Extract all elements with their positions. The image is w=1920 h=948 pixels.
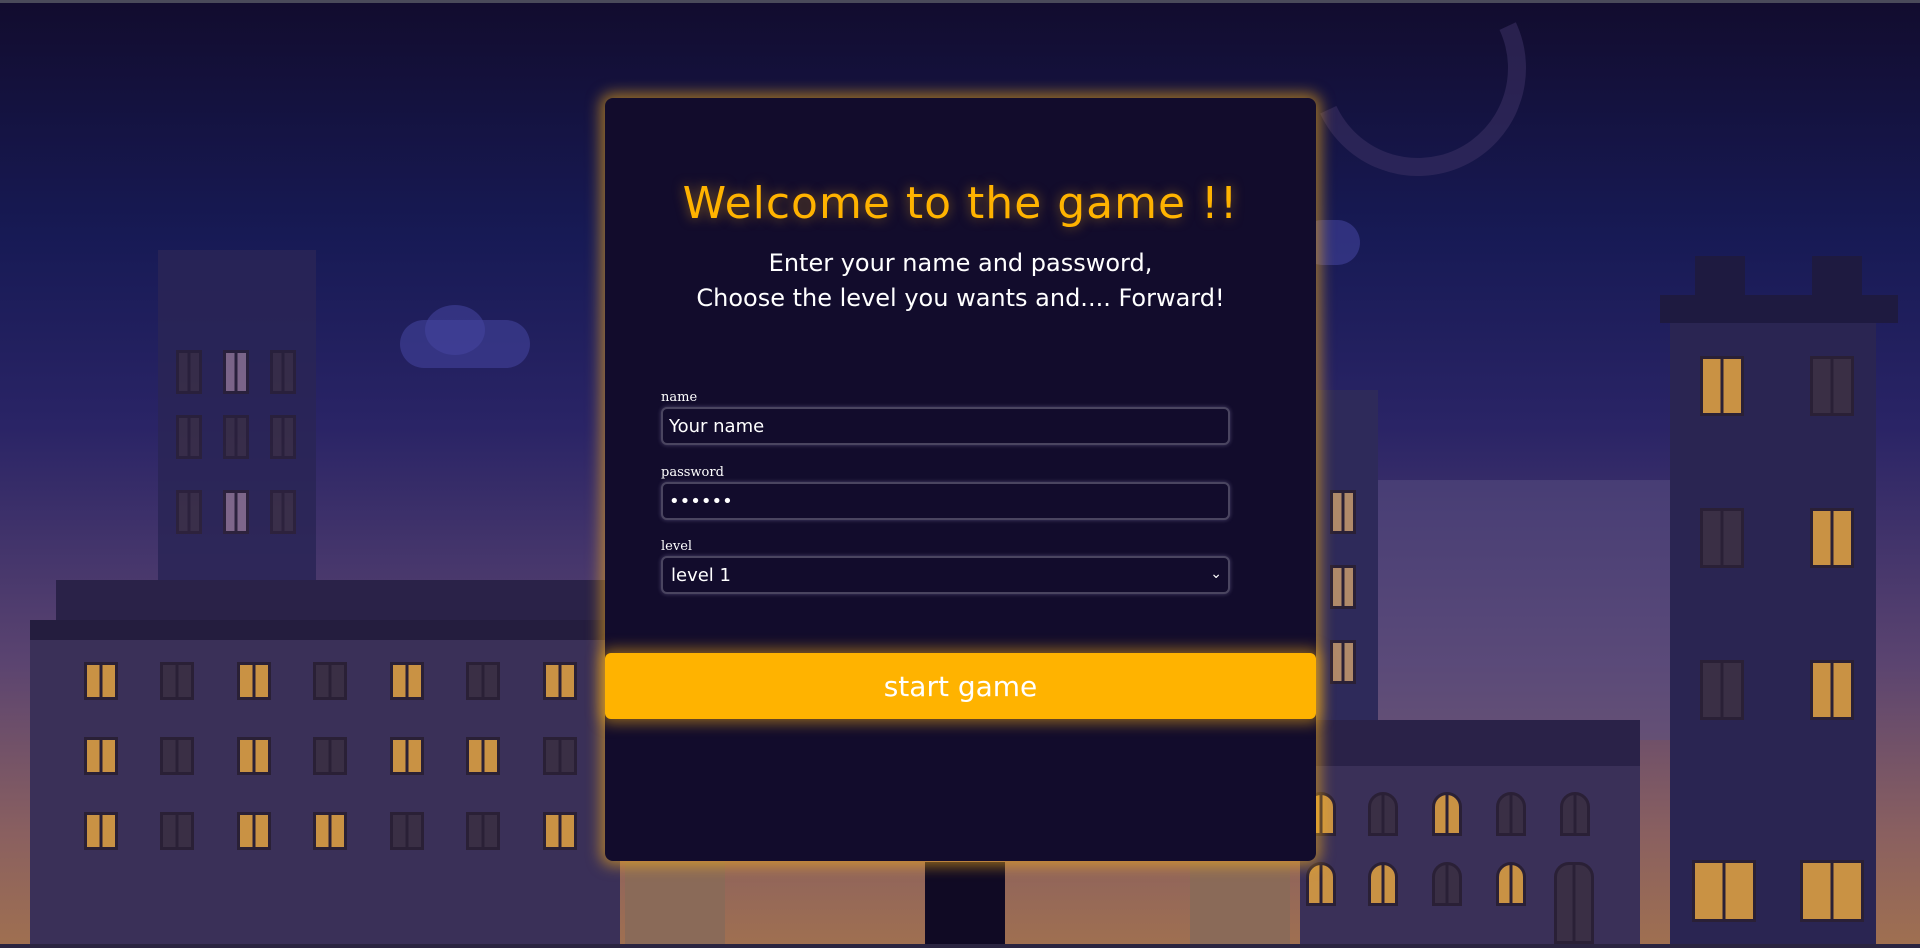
password-label: password <box>661 465 724 480</box>
name-input-value: Your name <box>669 415 765 437</box>
instructions-text: Enter your name and password, Choose the… <box>605 246 1316 316</box>
tall-building-left <box>158 250 316 590</box>
street-block-left <box>625 862 725 948</box>
moon-decoration <box>1279 0 1557 207</box>
level-select[interactable]: level 1 ⌄ <box>661 556 1230 594</box>
cloud-left-puff <box>425 305 485 355</box>
name-label: name <box>661 390 698 405</box>
bottom-border <box>0 944 1920 948</box>
roof-block-2 <box>1812 256 1862 298</box>
login-card: Welcome to the game !! Enter your name a… <box>605 98 1316 861</box>
low-building-left-cornice <box>30 620 620 640</box>
start-game-button[interactable]: start game <box>605 653 1316 719</box>
level-label: level <box>661 539 693 554</box>
roof-block-1 <box>1695 256 1745 298</box>
middle-building-right <box>1316 390 1378 720</box>
welcome-title: Welcome to the game !! <box>682 178 1239 229</box>
instructions-line-1: Enter your name and password, <box>768 249 1153 277</box>
password-input[interactable]: •••••• <box>661 482 1230 520</box>
level-select-value: level 1 <box>671 564 731 586</box>
tall-building-right-roof <box>1660 295 1898 323</box>
street-block-right <box>1190 862 1290 948</box>
low-building-left-roof <box>56 580 616 625</box>
password-input-value: •••••• <box>669 490 733 512</box>
faded-building-right <box>1378 480 1678 740</box>
chevron-down-icon: ⌄ <box>1210 566 1222 582</box>
top-border <box>0 0 1920 3</box>
street-door <box>925 862 1005 948</box>
instructions-line-2: Choose the level you wants and.... Forwa… <box>696 284 1225 312</box>
low-building-right-roof <box>1300 720 1640 766</box>
name-input[interactable]: Your name <box>661 407 1230 445</box>
